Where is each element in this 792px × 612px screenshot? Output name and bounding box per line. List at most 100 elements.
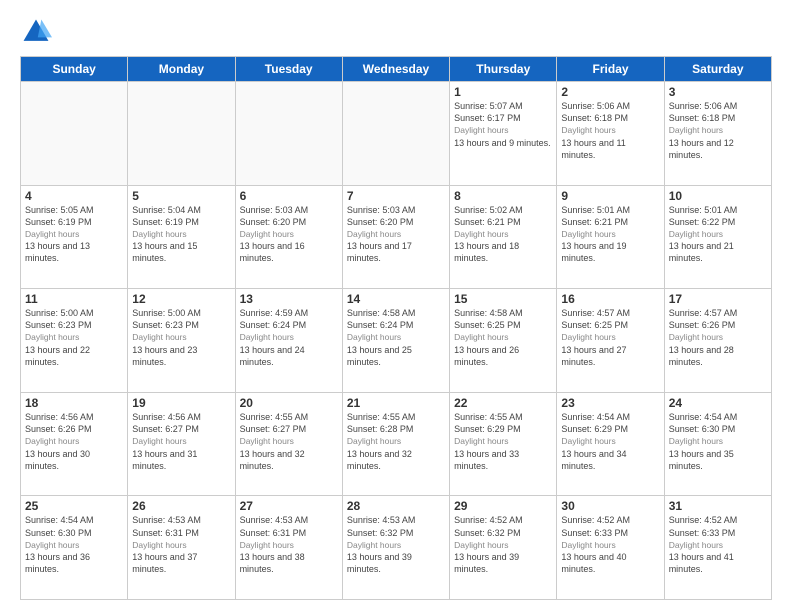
- day-info: Sunrise: 4:58 AMSunset: 6:25 PMDaylight …: [454, 307, 552, 368]
- day-number: 19: [132, 396, 230, 410]
- day-info: Sunrise: 4:55 AMSunset: 6:29 PMDaylight …: [454, 411, 552, 472]
- day-info: Sunrise: 4:59 AMSunset: 6:24 PMDaylight …: [240, 307, 338, 368]
- day-number: 10: [669, 189, 767, 203]
- day-number: 5: [132, 189, 230, 203]
- day-info: Sunrise: 4:55 AMSunset: 6:28 PMDaylight …: [347, 411, 445, 472]
- day-info: Sunrise: 5:05 AMSunset: 6:19 PMDaylight …: [25, 204, 123, 265]
- day-info: Sunrise: 4:52 AMSunset: 6:33 PMDaylight …: [561, 514, 659, 575]
- day-number: 12: [132, 292, 230, 306]
- daylight-label: Daylight hours: [347, 540, 401, 550]
- week-row-5: 25Sunrise: 4:54 AMSunset: 6:30 PMDayligh…: [21, 496, 772, 600]
- day-cell: [235, 82, 342, 186]
- calendar-table: SundayMondayTuesdayWednesdayThursdayFrid…: [20, 56, 772, 600]
- day-number: 15: [454, 292, 552, 306]
- col-header-monday: Monday: [128, 57, 235, 82]
- day-cell: 9Sunrise: 5:01 AMSunset: 6:21 PMDaylight…: [557, 185, 664, 289]
- week-row-4: 18Sunrise: 4:56 AMSunset: 6:26 PMDayligh…: [21, 392, 772, 496]
- daylight-label: Daylight hours: [347, 436, 401, 446]
- daylight-label: Daylight hours: [240, 436, 294, 446]
- day-info: Sunrise: 5:01 AMSunset: 6:21 PMDaylight …: [561, 204, 659, 265]
- day-number: 4: [25, 189, 123, 203]
- day-number: 3: [669, 85, 767, 99]
- daylight-label: Daylight hours: [669, 436, 723, 446]
- daylight-label: Daylight hours: [561, 436, 615, 446]
- day-info: Sunrise: 4:54 AMSunset: 6:30 PMDaylight …: [669, 411, 767, 472]
- day-number: 9: [561, 189, 659, 203]
- page: SundayMondayTuesdayWednesdayThursdayFrid…: [0, 0, 792, 612]
- daylight-label: Daylight hours: [25, 540, 79, 550]
- daylight-label: Daylight hours: [347, 332, 401, 342]
- day-cell: 16Sunrise: 4:57 AMSunset: 6:25 PMDayligh…: [557, 289, 664, 393]
- day-cell: 7Sunrise: 5:03 AMSunset: 6:20 PMDaylight…: [342, 185, 449, 289]
- daylight-label: Daylight hours: [240, 540, 294, 550]
- daylight-label: Daylight hours: [561, 332, 615, 342]
- day-cell: 14Sunrise: 4:58 AMSunset: 6:24 PMDayligh…: [342, 289, 449, 393]
- day-info: Sunrise: 4:56 AMSunset: 6:26 PMDaylight …: [25, 411, 123, 472]
- day-number: 29: [454, 499, 552, 513]
- daylight-label: Daylight hours: [25, 332, 79, 342]
- daylight-label: Daylight hours: [454, 540, 508, 550]
- daylight-label: Daylight hours: [25, 229, 79, 239]
- day-cell: 5Sunrise: 5:04 AMSunset: 6:19 PMDaylight…: [128, 185, 235, 289]
- day-info: Sunrise: 5:00 AMSunset: 6:23 PMDaylight …: [25, 307, 123, 368]
- day-number: 22: [454, 396, 552, 410]
- daylight-label: Daylight hours: [561, 125, 615, 135]
- day-cell: [21, 82, 128, 186]
- day-info: Sunrise: 5:02 AMSunset: 6:21 PMDaylight …: [454, 204, 552, 265]
- day-number: 25: [25, 499, 123, 513]
- day-cell: 29Sunrise: 4:52 AMSunset: 6:32 PMDayligh…: [450, 496, 557, 600]
- daylight-label: Daylight hours: [669, 540, 723, 550]
- logo: [20, 16, 56, 48]
- day-cell: 26Sunrise: 4:53 AMSunset: 6:31 PMDayligh…: [128, 496, 235, 600]
- day-info: Sunrise: 5:06 AMSunset: 6:18 PMDaylight …: [561, 100, 659, 161]
- day-cell: 30Sunrise: 4:52 AMSunset: 6:33 PMDayligh…: [557, 496, 664, 600]
- day-number: 14: [347, 292, 445, 306]
- day-cell: 19Sunrise: 4:56 AMSunset: 6:27 PMDayligh…: [128, 392, 235, 496]
- day-cell: 22Sunrise: 4:55 AMSunset: 6:29 PMDayligh…: [450, 392, 557, 496]
- daylight-label: Daylight hours: [454, 332, 508, 342]
- day-cell: 4Sunrise: 5:05 AMSunset: 6:19 PMDaylight…: [21, 185, 128, 289]
- day-number: 17: [669, 292, 767, 306]
- day-cell: 23Sunrise: 4:54 AMSunset: 6:29 PMDayligh…: [557, 392, 664, 496]
- day-cell: 17Sunrise: 4:57 AMSunset: 6:26 PMDayligh…: [664, 289, 771, 393]
- logo-icon: [20, 16, 52, 48]
- calendar-header-row: SundayMondayTuesdayWednesdayThursdayFrid…: [21, 57, 772, 82]
- day-cell: 18Sunrise: 4:56 AMSunset: 6:26 PMDayligh…: [21, 392, 128, 496]
- daylight-label: Daylight hours: [669, 332, 723, 342]
- col-header-saturday: Saturday: [664, 57, 771, 82]
- day-info: Sunrise: 5:03 AMSunset: 6:20 PMDaylight …: [347, 204, 445, 265]
- day-info: Sunrise: 5:03 AMSunset: 6:20 PMDaylight …: [240, 204, 338, 265]
- daylight-label: Daylight hours: [132, 436, 186, 446]
- daylight-label: Daylight hours: [454, 436, 508, 446]
- day-cell: 3Sunrise: 5:06 AMSunset: 6:18 PMDaylight…: [664, 82, 771, 186]
- day-info: Sunrise: 4:53 AMSunset: 6:31 PMDaylight …: [132, 514, 230, 575]
- day-cell: 8Sunrise: 5:02 AMSunset: 6:21 PMDaylight…: [450, 185, 557, 289]
- day-cell: 28Sunrise: 4:53 AMSunset: 6:32 PMDayligh…: [342, 496, 449, 600]
- header: [20, 16, 772, 48]
- col-header-friday: Friday: [557, 57, 664, 82]
- day-cell: 31Sunrise: 4:52 AMSunset: 6:33 PMDayligh…: [664, 496, 771, 600]
- day-cell: 13Sunrise: 4:59 AMSunset: 6:24 PMDayligh…: [235, 289, 342, 393]
- day-number: 23: [561, 396, 659, 410]
- day-number: 26: [132, 499, 230, 513]
- daylight-label: Daylight hours: [454, 125, 508, 135]
- day-info: Sunrise: 4:52 AMSunset: 6:33 PMDaylight …: [669, 514, 767, 575]
- day-number: 8: [454, 189, 552, 203]
- col-header-tuesday: Tuesday: [235, 57, 342, 82]
- day-cell: 21Sunrise: 4:55 AMSunset: 6:28 PMDayligh…: [342, 392, 449, 496]
- day-cell: 1Sunrise: 5:07 AMSunset: 6:17 PMDaylight…: [450, 82, 557, 186]
- day-number: 11: [25, 292, 123, 306]
- week-row-2: 4Sunrise: 5:05 AMSunset: 6:19 PMDaylight…: [21, 185, 772, 289]
- day-info: Sunrise: 4:58 AMSunset: 6:24 PMDaylight …: [347, 307, 445, 368]
- daylight-label: Daylight hours: [240, 332, 294, 342]
- daylight-label: Daylight hours: [454, 229, 508, 239]
- daylight-label: Daylight hours: [669, 125, 723, 135]
- day-info: Sunrise: 4:55 AMSunset: 6:27 PMDaylight …: [240, 411, 338, 472]
- day-number: 28: [347, 499, 445, 513]
- day-cell: 27Sunrise: 4:53 AMSunset: 6:31 PMDayligh…: [235, 496, 342, 600]
- week-row-1: 1Sunrise: 5:07 AMSunset: 6:17 PMDaylight…: [21, 82, 772, 186]
- daylight-label: Daylight hours: [132, 332, 186, 342]
- week-row-3: 11Sunrise: 5:00 AMSunset: 6:23 PMDayligh…: [21, 289, 772, 393]
- day-cell: [128, 82, 235, 186]
- day-number: 16: [561, 292, 659, 306]
